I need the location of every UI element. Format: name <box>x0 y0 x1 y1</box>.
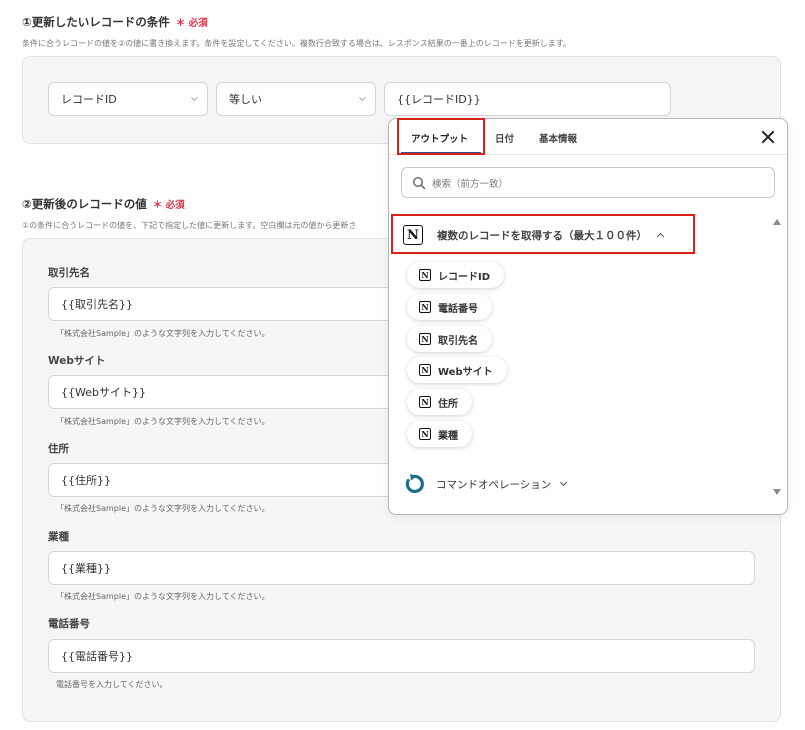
tab-date[interactable]: 日付 <box>495 131 514 145</box>
output-item-phone[interactable]: N 電話番号 <box>407 294 492 320</box>
tab-basic-info[interactable]: 基本情報 <box>539 131 577 145</box>
chevron-down-icon <box>190 93 199 102</box>
phone-value: {{電話番号}} <box>61 650 133 663</box>
field-select-value: レコードID <box>61 93 117 106</box>
industry-input[interactable]: {{業種}} <box>48 551 755 585</box>
address-hint: 「株式会社Sample」のような文字列を入力してください。 <box>56 504 270 513</box>
group-header-multiple-records[interactable]: N 複数のレコードを取得する（最大１００件） <box>403 222 665 248</box>
notion-icon: N <box>419 364 431 376</box>
website-value: {{Webサイト}} <box>61 386 146 399</box>
account-name-hint: 「株式会社Sample」のような文字列を入力してください。 <box>56 329 270 338</box>
operator-select[interactable]: 等しい <box>216 82 376 116</box>
field-label-industry: 業種 <box>48 531 69 543</box>
notion-icon: N <box>419 333 431 345</box>
phone-hint: 電話番号を入力してください。 <box>56 680 168 689</box>
field-label-phone: 電話番号 <box>48 618 90 630</box>
output-item-record-id[interactable]: N レコードID <box>407 262 505 288</box>
command-refresh-icon <box>405 473 424 494</box>
chevron-down-icon <box>358 93 367 102</box>
required-text: 必須 <box>188 18 208 29</box>
condition-value-text: {{レコードID}} <box>397 93 481 106</box>
output-item-label: 業種 <box>438 430 458 442</box>
chevron-down-icon <box>560 478 568 487</box>
field-select[interactable]: レコードID <box>48 82 208 116</box>
section1-title-text: ①更新したいレコードの条件 <box>22 15 170 29</box>
tab-highlight-box <box>397 118 485 155</box>
output-item-label: Webサイト <box>438 366 493 378</box>
output-item-website[interactable]: N Webサイト <box>407 357 507 383</box>
field-label-address: 住所 <box>48 443 69 455</box>
output-item-label: 取引先名 <box>438 335 478 347</box>
notion-icon: N <box>419 269 431 281</box>
scroll-up-arrow[interactable] <box>773 219 781 225</box>
output-item-account-name[interactable]: N 取引先名 <box>407 326 492 352</box>
popover-tabs: アウトプット 日付 基本情報 <box>389 118 787 155</box>
output-item-label: レコードID <box>438 271 491 283</box>
section1-description: 条件に合うレコードの値を②の値に書き換えます。条件を設定してください。複数行合致… <box>22 39 571 48</box>
website-hint: 「株式会社Sample」のような文字列を入力してください。 <box>56 417 270 426</box>
close-icon[interactable] <box>761 130 775 144</box>
address-value: {{住所}} <box>61 474 111 487</box>
section2-description: ①の条件に合うレコードの値を、下記で指定した値に更新します。空白欄は元の値から更… <box>22 221 357 230</box>
operator-select-value: 等しい <box>229 93 262 106</box>
output-item-address[interactable]: N 住所 <box>407 389 472 415</box>
search-icon <box>412 176 426 190</box>
industry-hint: 「株式会社Sample」のような文字列を入力してください。 <box>56 592 270 601</box>
search-input[interactable]: 検索（前方一致） <box>401 167 775 198</box>
output-item-industry[interactable]: N 業種 <box>407 421 472 447</box>
output-picker-popover: アウトプット 日付 基本情報 検索（前方一致） N 複数のレコードを取得する（最… <box>388 118 788 515</box>
condition-value-input[interactable]: {{レコードID}} <box>384 82 671 116</box>
section1-title: ①更新したいレコードの条件 ＊ 必須 <box>22 14 208 30</box>
field-label-website: Webサイト <box>48 355 106 367</box>
notion-icon: N <box>403 225 423 245</box>
field-label-account-name: 取引先名 <box>48 267 90 279</box>
command-operation-label: コマンドオペレーション <box>436 478 552 491</box>
output-item-label: 住所 <box>438 398 458 410</box>
required-text: 必須 <box>165 200 185 211</box>
command-operation-group[interactable]: コマンドオペレーション <box>403 472 568 496</box>
account-name-value: {{取引先名}} <box>61 298 133 311</box>
chevron-up-icon <box>656 232 665 241</box>
notion-icon: N <box>419 396 431 408</box>
required-badge: ＊ 必須 <box>152 200 185 211</box>
required-badge: ＊ 必須 <box>175 18 208 29</box>
section2-title: ②更新後のレコードの値 ＊ 必須 <box>22 196 185 212</box>
section2-title-text: ②更新後のレコードの値 <box>22 197 147 211</box>
group-title: 複数のレコードを取得する（最大１００件） <box>437 229 647 242</box>
search-placeholder: 検索（前方一致） <box>432 178 509 190</box>
notion-icon: N <box>419 301 431 313</box>
scroll-down-arrow[interactable] <box>773 489 781 495</box>
phone-input[interactable]: {{電話番号}} <box>48 639 755 673</box>
industry-value: {{業種}} <box>61 562 111 575</box>
output-item-label: 電話番号 <box>438 303 478 315</box>
notion-icon: N <box>419 428 431 440</box>
